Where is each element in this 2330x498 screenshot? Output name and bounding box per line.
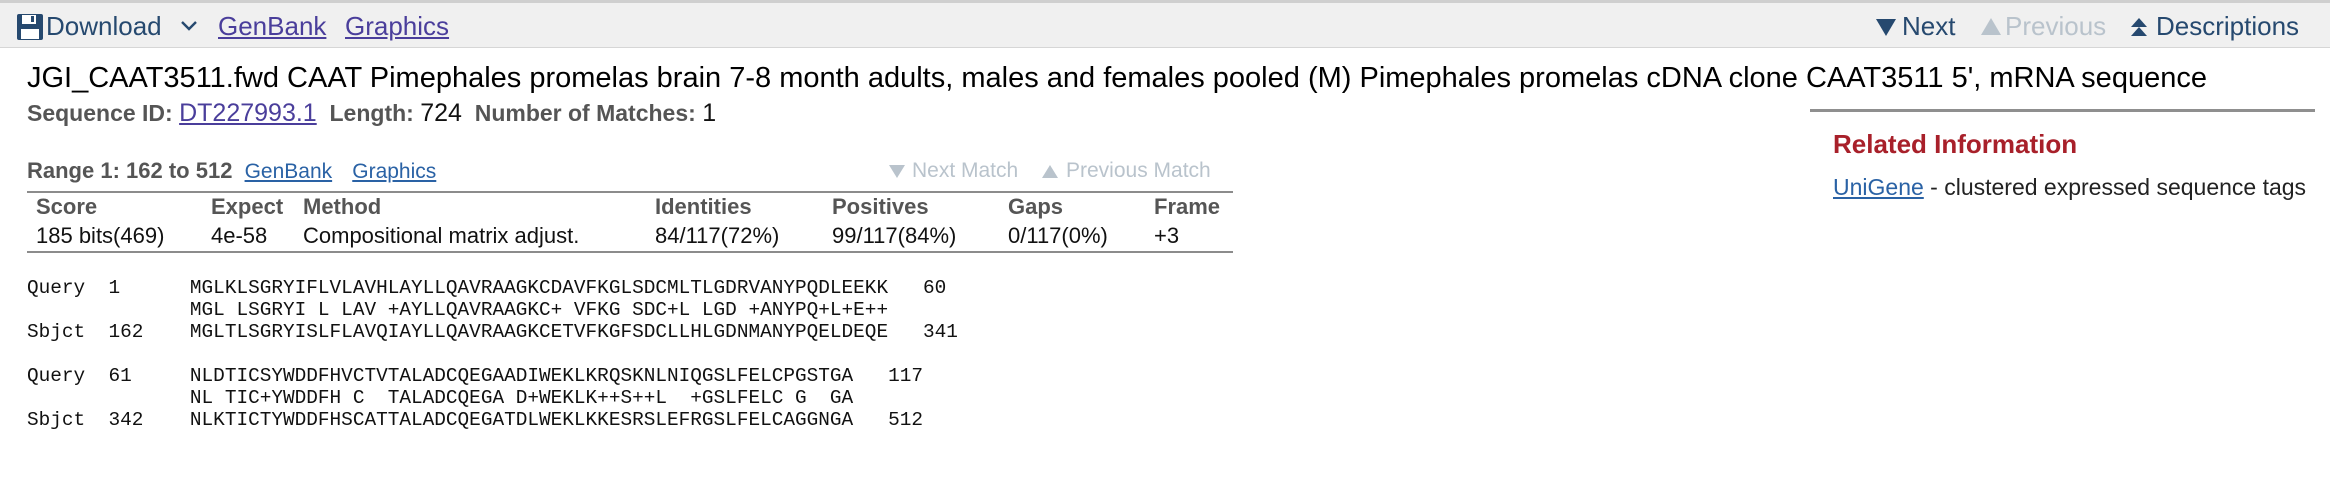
matches-value: 1 bbox=[702, 99, 717, 127]
next-button[interactable]: Next bbox=[1902, 10, 1955, 42]
descriptions-button[interactable]: Descriptions bbox=[2156, 10, 2299, 42]
header-frame: Frame bbox=[1154, 194, 1221, 219]
matches-label: Number of Matches: bbox=[474, 100, 696, 126]
header-identities: Identities bbox=[655, 194, 752, 219]
length-value: 724 bbox=[420, 99, 462, 127]
related-divider bbox=[1810, 109, 2315, 112]
previous-match-arrow-icon bbox=[1042, 165, 1058, 178]
previous-match-button: Previous Match bbox=[1066, 159, 1211, 182]
previous-arrow-icon bbox=[1981, 18, 2001, 35]
sequence-id-link[interactable]: DT227993.1 bbox=[179, 99, 317, 127]
next-match-button: Next Match bbox=[912, 159, 1019, 182]
unigene-description: - clustered expressed sequence tags bbox=[1930, 174, 2307, 200]
genbank-link[interactable]: GenBank bbox=[218, 10, 326, 42]
value-expect: 4e-58 bbox=[211, 223, 268, 248]
toolbar: Download GenBank Graphics Next Previous … bbox=[0, 0, 2330, 48]
download-button[interactable]: Download bbox=[46, 10, 162, 42]
header-positives: Positives bbox=[832, 194, 929, 219]
range-header: Range 1: 162 to 512 GenBank Graphics bbox=[27, 157, 436, 186]
range-graphics-link[interactable]: Graphics bbox=[352, 160, 436, 183]
header-method: Method bbox=[303, 194, 382, 219]
next-match-arrow-icon bbox=[889, 165, 905, 178]
alignment-block-2: Query 61 NLDTICSYWDDFHVCTVTALADCQEGAADIW… bbox=[27, 365, 923, 431]
alignment-block-1: Query 1 MGLKLSGRYIFLVLAVHLAYLLQAVRAAGKCD… bbox=[27, 277, 958, 343]
hit-title: JGI_CAAT3511.fwd CAAT Pimephales promela… bbox=[27, 62, 2207, 94]
header-score: Score bbox=[36, 194, 98, 219]
unigene-link[interactable]: UniGene bbox=[1833, 174, 1924, 200]
previous-button: Previous bbox=[2005, 11, 2107, 41]
sequence-id-label: Sequence ID: bbox=[27, 100, 173, 126]
value-score: 185 bits(469) bbox=[36, 223, 165, 248]
next-arrow-icon[interactable] bbox=[1875, 16, 1897, 38]
hit-meta: Sequence ID: DT227993.1 Length: 724 Numb… bbox=[27, 98, 716, 128]
range-genbank-link[interactable]: GenBank bbox=[245, 160, 333, 183]
value-identities: 84/117(72%) bbox=[655, 223, 780, 248]
value-method: Compositional matrix adjust. bbox=[303, 223, 580, 248]
header-gaps: Gaps bbox=[1008, 194, 1064, 219]
range-label: Range 1: 162 to 512 bbox=[27, 158, 233, 183]
chevron-down-icon[interactable] bbox=[180, 19, 198, 33]
length-label: Length: bbox=[329, 100, 414, 126]
value-gaps: 0/117(0%) bbox=[1008, 223, 1108, 248]
related-item-unigene: UniGene - clustered expressed sequence t… bbox=[1833, 172, 2306, 202]
header-expect: Expect bbox=[211, 194, 284, 219]
value-positives: 99/117(84%) bbox=[832, 223, 957, 248]
stats-table-bottom-border bbox=[27, 251, 1233, 253]
related-information-title: Related Information bbox=[1833, 129, 2078, 159]
value-frame: +3 bbox=[1154, 223, 1180, 248]
graphics-link[interactable]: Graphics bbox=[345, 10, 449, 42]
descriptions-arrow-icon[interactable] bbox=[2128, 16, 2150, 38]
floppy-disk-icon[interactable] bbox=[16, 13, 44, 41]
